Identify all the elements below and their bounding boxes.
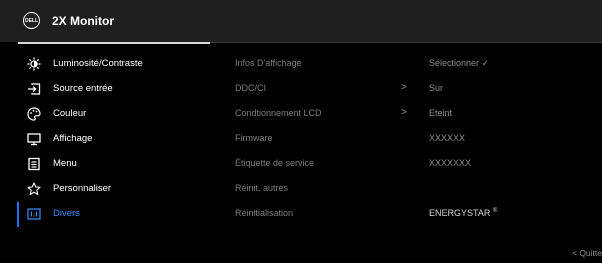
setting-row-factory-reset[interactable]: Réinitialisation ENERGYSTAR ® xyxy=(0,202,602,227)
setting-value: XXXXXX xyxy=(429,133,466,143)
setting-label: Condtionnement LCD xyxy=(235,108,322,118)
monitor-title: 2X Monitor xyxy=(52,14,114,28)
setting-label: Réinit. autres xyxy=(235,183,289,193)
settings-list: Infos D'affichage Sélectionner ✓ DDC/CI … xyxy=(0,52,602,227)
header-bar: DELL 2X Monitor xyxy=(0,0,602,42)
setting-label: Firmware xyxy=(235,133,273,143)
header-underline xyxy=(210,42,602,43)
chevron-right-icon: > xyxy=(401,107,407,118)
setting-row-lcd-conditioning[interactable]: Condtionnement LCD > Eteint xyxy=(0,102,602,127)
setting-label: Infos D'affichage xyxy=(235,58,302,68)
setting-value: XXXXXXX xyxy=(429,158,472,168)
setting-row-ddcci[interactable]: DDC/CI > Sur xyxy=(0,77,602,102)
setting-row-firmware: Firmware XXXXXX xyxy=(0,127,602,152)
energystar-text: ENERGYSTAR xyxy=(429,208,491,218)
setting-label: Étiquette de service xyxy=(235,158,315,168)
energystar-label: ENERGYSTAR ® xyxy=(429,208,497,218)
setting-row-reset-others[interactable]: Réinit. autres xyxy=(0,177,602,202)
setting-label: Réinitialisation xyxy=(235,208,294,218)
chevron-right-icon: > xyxy=(401,82,407,93)
setting-row-display-info[interactable]: Infos D'affichage Sélectionner ✓ xyxy=(0,52,602,77)
registered-mark: ® xyxy=(492,208,498,214)
setting-value: Eteint xyxy=(429,108,453,118)
header-underline-active xyxy=(18,42,210,44)
quit-button[interactable]: < Quitte xyxy=(572,248,602,258)
dell-logo: DELL xyxy=(23,12,40,29)
setting-value: Sur xyxy=(429,83,444,93)
setting-row-service-tag: Étiquette de service XXXXXXX xyxy=(0,152,602,177)
setting-label: DDC/CI xyxy=(235,83,266,93)
setting-value: Sélectionner ✓ xyxy=(429,58,490,68)
